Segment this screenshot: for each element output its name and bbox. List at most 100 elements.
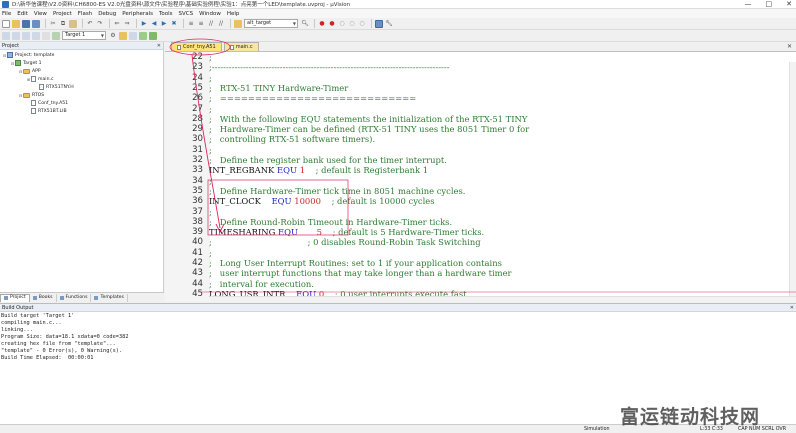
breakpoint-disable-icon[interactable]: ○ — [338, 20, 346, 28]
code-line[interactable]: 32 ; Define the register bank used for th… — [165, 155, 796, 165]
pack-installer-icon[interactable] — [139, 31, 147, 40]
window-layout-icon[interactable] — [375, 19, 383, 28]
code-line[interactable]: 31; — [165, 145, 796, 155]
open-folder-icon[interactable] — [12, 19, 20, 28]
find-icon[interactable]: 🔍︎ — [301, 20, 309, 28]
code-token: ; ============================ — [209, 93, 417, 104]
maximize-button[interactable]: □ — [766, 0, 773, 9]
code-line[interactable]: 29 ; Hardware-Timer can be defined (RTX-5… — [165, 124, 796, 134]
code-line[interactable]: 24; — [165, 73, 796, 83]
cut-icon[interactable]: ✂ — [49, 20, 57, 28]
editor-tab-main-c[interactable]: main.c — [223, 42, 259, 51]
configure-icon[interactable]: 🔧︎ — [385, 20, 393, 28]
find-combo[interactable]: alt_target ▼ — [244, 19, 298, 28]
tab-project[interactable]: Project — [0, 293, 30, 302]
tree-item-project[interactable]: ⊟ Project: template — [2, 51, 54, 59]
code-line[interactable]: 23 ;-------------------------------------… — [165, 62, 796, 72]
nav-back-icon[interactable]: ⇐ — [113, 20, 121, 28]
save-icon[interactable] — [22, 19, 30, 28]
debug-start-icon[interactable]: ● — [318, 20, 326, 28]
unindent-icon[interactable]: ≡ — [197, 20, 205, 28]
vertical-scrollbar[interactable] — [789, 62, 796, 302]
build-output-text[interactable]: Build target 'Target 1' compiling main.c… — [0, 312, 796, 362]
code-line[interactable]: 39 TIMESHARING EQU 5 ; default is 5 Hardw… — [165, 227, 796, 237]
rebuild-icon[interactable] — [22, 31, 30, 40]
tree-item-main-c[interactable]: ⊞ main.c — [26, 75, 53, 83]
code-line[interactable]: 43 ; user interrupt functions that may ta… — [165, 268, 796, 278]
stop-build-icon[interactable] — [42, 31, 50, 40]
editor-tab-conf-tny[interactable]: Conf_tny.A51 — [171, 42, 222, 51]
menu-project[interactable]: Project — [53, 11, 72, 17]
menu-edit[interactable]: Edit — [17, 11, 28, 17]
menu-debug[interactable]: Debug — [98, 11, 116, 17]
breakpoint-list-icon[interactable]: ○ — [358, 20, 366, 28]
code-line[interactable]: 38 ; Define Round-Robin Timeout in Hardwa… — [165, 217, 796, 227]
find-in-files-icon[interactable] — [234, 19, 242, 28]
breakpoint-kill-icon[interactable]: ○ — [348, 20, 356, 28]
breakpoint-icon[interactable]: ● — [328, 20, 336, 28]
copy-icon[interactable]: ⧉ — [59, 20, 67, 28]
code-line[interactable]: 36 INT_CLOCK EQU 10000 ; default is 10000… — [165, 196, 796, 206]
minimize-button[interactable]: — — [745, 0, 752, 9]
uncomment-icon[interactable]: // — [217, 20, 225, 28]
close-button[interactable]: ✕ — [786, 0, 792, 9]
undo-icon[interactable]: ↶ — [86, 20, 94, 28]
bookmark-icon[interactable]: ▶ — [140, 20, 148, 28]
menu-help[interactable]: Help — [227, 11, 240, 17]
code-line[interactable]: 26 ; ============================ — [165, 93, 796, 103]
code-line[interactable]: 28 ; With the following EQU statements th… — [165, 114, 796, 124]
new-file-icon[interactable] — [2, 19, 10, 28]
menu-tools[interactable]: Tools — [159, 11, 173, 17]
tree-item-conf-tny[interactable]: Conf_tny.A51 — [26, 99, 68, 107]
comment-icon[interactable]: // — [207, 20, 215, 28]
indent-icon[interactable]: ≡ — [187, 20, 195, 28]
menu-flash[interactable]: Flash — [78, 11, 92, 17]
paste-icon[interactable] — [69, 19, 77, 28]
tree-item-rtx51bt-lib[interactable]: RTX51BT.LIB — [26, 107, 67, 115]
code-line[interactable]: 40 ; ; 0 disables Round-Robin Task Switch… — [165, 237, 796, 247]
close-icon[interactable]: ✕ — [790, 304, 794, 312]
menu-file[interactable]: File — [2, 11, 11, 17]
code-line[interactable]: 35 ; Define Hardware-Timer tick time in 8… — [165, 186, 796, 196]
bookmark-prev-icon[interactable]: ◀ — [150, 20, 158, 28]
close-icon[interactable]: ✕ — [157, 42, 161, 50]
code-line[interactable]: 34; — [165, 176, 796, 186]
bookmark-next-icon[interactable]: ▶ — [160, 20, 168, 28]
tab-functions[interactable]: Functions — [57, 293, 92, 302]
tab-books[interactable]: Books — [30, 293, 57, 302]
tree-item-rtx51tny-h[interactable]: RTX51TNY.H — [34, 83, 74, 91]
menu-window[interactable]: Window — [199, 11, 221, 17]
tree-item-target[interactable]: ⊟ Target 1 — [10, 59, 42, 67]
code-line[interactable]: 37; — [165, 207, 796, 217]
redo-icon[interactable]: ↷ — [96, 20, 104, 28]
code-line[interactable]: 41; — [165, 248, 796, 258]
code-line[interactable]: 30 ; controlling RTX-51 software timers). — [165, 134, 796, 144]
code-line[interactable]: 42 ; Long User Interrupt Routines: set to… — [165, 258, 796, 268]
compile-icon[interactable] — [2, 31, 10, 40]
file-extensions-icon[interactable] — [119, 31, 127, 40]
menu-svcs[interactable]: SVCS — [179, 11, 194, 17]
code-area[interactable]: 22; 23 ;----------------------------------… — [165, 52, 796, 302]
batch-build-icon[interactable] — [32, 31, 40, 40]
code-line[interactable]: 25 ; RTX-51 TINY Hardware-Timer — [165, 83, 796, 93]
tree-item-app-group[interactable]: ⊟ APP — [18, 67, 41, 75]
build-icon[interactable] — [12, 31, 20, 40]
tab-templates[interactable]: Templates — [91, 293, 128, 302]
code-line[interactable]: 22; — [165, 52, 796, 62]
code-line[interactable]: 27; — [165, 104, 796, 114]
manage-components-icon[interactable] — [129, 31, 137, 40]
target-combo[interactable]: Target 1 ▼ — [62, 31, 106, 40]
download-icon[interactable] — [52, 31, 60, 40]
tree-item-rtos-group[interactable]: ⊟ RTOS — [18, 91, 44, 99]
rte-icon[interactable] — [149, 31, 157, 40]
menu-view[interactable]: View — [34, 11, 47, 17]
code-line[interactable]: 44 ; interval for execution. — [165, 279, 796, 289]
target-options-icon[interactable]: ⚙ — [109, 32, 117, 40]
horizontal-scrollbar[interactable] — [210, 296, 796, 302]
nav-forward-icon[interactable]: ⇒ — [123, 20, 131, 28]
close-icon[interactable]: ✕ — [787, 43, 792, 50]
code-line[interactable]: 33 INT_REGBANK EQU 1 ; default is Registe… — [165, 165, 796, 175]
menu-peripherals[interactable]: Peripherals — [122, 11, 153, 17]
save-all-icon[interactable] — [32, 19, 40, 28]
bookmark-clear-icon[interactable]: ✖ — [170, 20, 178, 28]
